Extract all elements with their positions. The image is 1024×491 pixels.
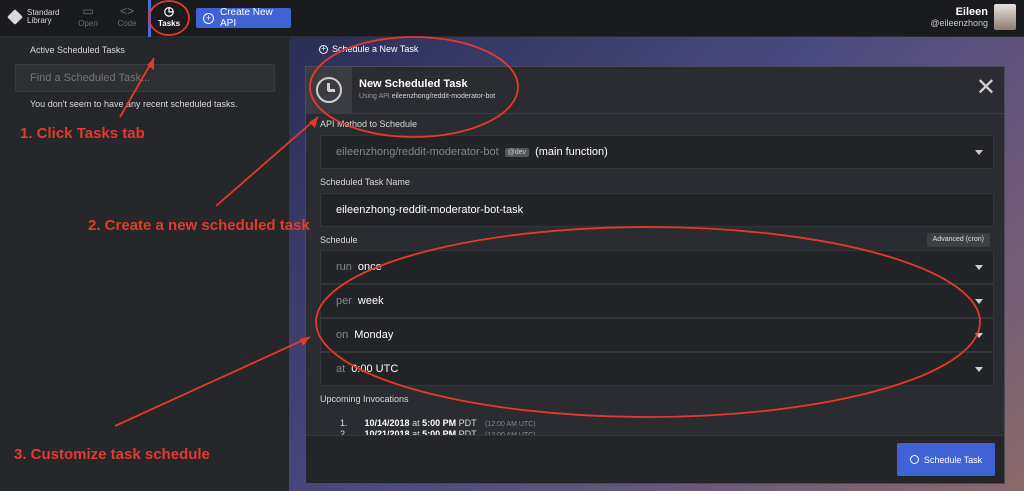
user-name: Eileen <box>955 6 988 18</box>
sidebar: Active Scheduled Tasks You don't seem to… <box>0 37 289 491</box>
invocations-label: Upcoming Invocations <box>320 394 409 404</box>
chevron-down-icon <box>975 333 983 338</box>
plus-circle-icon: + <box>319 44 328 54</box>
schedule-label: Schedule <box>320 235 358 245</box>
nav-code-button[interactable]: <> Code <box>109 4 145 34</box>
plus-circle-icon: + <box>203 12 214 24</box>
main-panel: + Schedule a New Task New Scheduled Task… <box>289 37 1024 491</box>
nav-open-button[interactable]: ▭ Open <box>70 4 106 34</box>
modal-header: New Scheduled Task Using API eileenzhong… <box>306 67 1004 114</box>
method-label: API Method to Schedule <box>320 119 418 129</box>
schedule-run-select[interactable]: run once <box>320 250 994 284</box>
task-search-input[interactable] <box>15 64 275 92</box>
modal-footer: Schedule Task <box>306 435 1004 483</box>
nav-tasks-button[interactable]: ◷ Tasks <box>151 4 187 34</box>
version-tag: @dev <box>504 147 530 157</box>
sidebar-title: Active Scheduled Tasks <box>30 45 125 55</box>
clock-icon <box>909 455 919 464</box>
logo-line2: Library <box>27 16 52 25</box>
method-select[interactable]: eileenzhong/reddit-moderator-bot @dev (m… <box>320 135 994 169</box>
standard-library-logo[interactable]: Standard Library <box>7 9 59 25</box>
top-bar: Standard Library ▭ Open <> Code ◷ Tasks … <box>0 0 1024 37</box>
chevron-down-icon <box>975 265 983 270</box>
user-menu[interactable]: Eileen @eileenzhong <box>930 4 1016 30</box>
list-item: 1. 10/14/2018 at 5:00 PM PDT (12:00 AM U… <box>340 418 536 428</box>
clock-icon: ◷ <box>163 4 175 18</box>
avatar[interactable] <box>994 4 1016 30</box>
user-handle: @eileenzhong <box>930 18 988 28</box>
new-task-modal: New Scheduled Task Using API eileenzhong… <box>305 66 1005 484</box>
chevron-down-icon <box>975 299 983 304</box>
schedule-per-select[interactable]: per week <box>320 284 994 318</box>
modal-subtitle: Using API eileenzhong/reddit-moderator-b… <box>359 93 496 100</box>
folder-icon: ▭ <box>82 4 94 18</box>
chevron-down-icon <box>975 150 983 155</box>
empty-tasks-message: You don't seem to have any recent schedu… <box>30 99 238 109</box>
annotation-step-1: 1. Click Tasks tab <box>20 125 145 142</box>
task-name-input[interactable]: eileenzhong-reddit-moderator-bot-task <box>320 193 994 227</box>
create-new-api-button[interactable]: + Create New API <box>196 7 291 29</box>
chevron-down-icon <box>975 367 983 372</box>
schedule-new-task-link[interactable]: + Schedule a New Task <box>319 44 418 54</box>
schedule-task-button[interactable]: Schedule Task <box>897 443 995 476</box>
code-icon: <> <box>119 4 134 18</box>
task-name-label: Scheduled Task Name <box>320 177 410 187</box>
annotation-step-2: 2. Create a new scheduled task <box>88 217 310 234</box>
close-icon[interactable]: ✕ <box>976 76 996 100</box>
schedule-at-select[interactable]: at 0:00 UTC <box>320 352 994 386</box>
advanced-cron-button[interactable]: Advanced (cron) <box>926 233 990 247</box>
logo-icon <box>7 9 23 25</box>
schedule-on-select[interactable]: on Monday <box>320 318 994 352</box>
clock-icon <box>316 77 342 103</box>
annotation-step-3: 3. Customize task schedule <box>14 446 210 463</box>
modal-title: New Scheduled Task <box>359 78 468 90</box>
